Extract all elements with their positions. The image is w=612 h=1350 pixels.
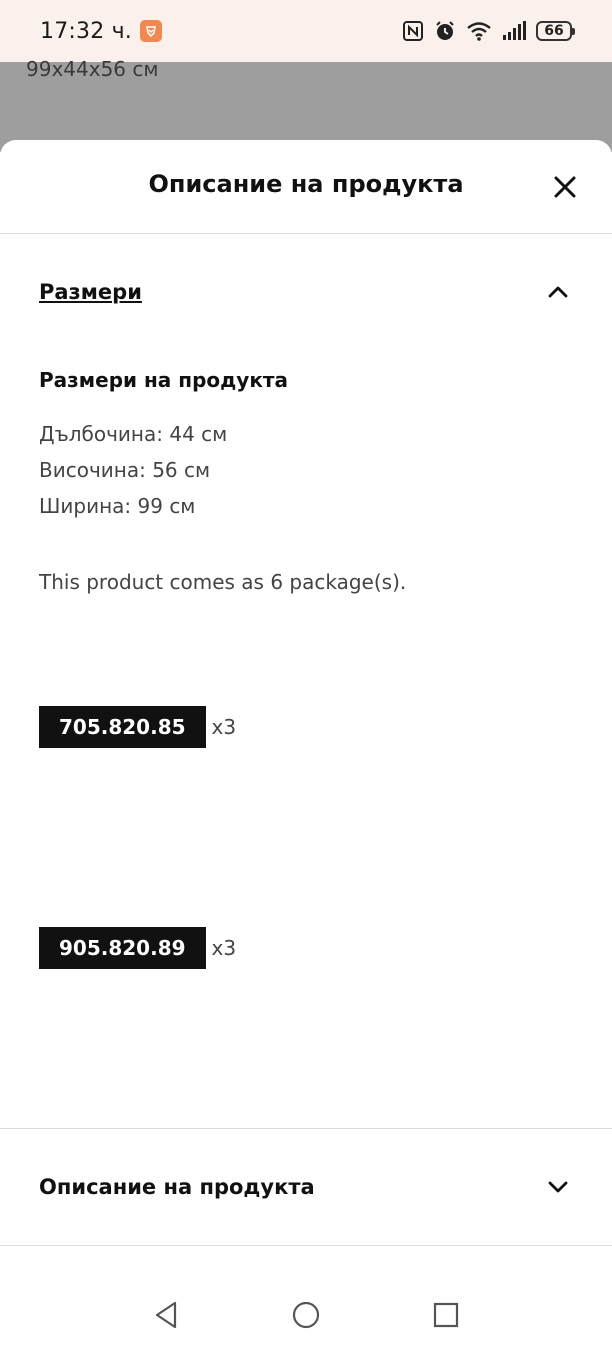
height-value: Височина: 56 см (39, 458, 211, 482)
package-note: This product comes as 6 package(s). (39, 570, 407, 594)
wifi-icon (466, 20, 492, 42)
product-dimensions-heading: Размери на продукта (39, 368, 288, 392)
package-item: 705.820.85 x3 (39, 706, 236, 748)
sheet-header: Описание на продукта (0, 140, 612, 234)
brave-icon (140, 20, 162, 42)
nav-back-button[interactable] (146, 1295, 186, 1335)
dimensions-section-label: Размери (39, 280, 142, 304)
status-bar: 17:32 ч. 66 (0, 0, 612, 62)
nav-recents-button[interactable] (426, 1295, 466, 1335)
sheet-title: Описание на продукта (148, 170, 464, 198)
backdrop-dimensions-text: 99x44x56 см (26, 57, 159, 81)
product-description-section-toggle[interactable]: Описание на продукта (0, 1128, 612, 1246)
chevron-down-icon (544, 1173, 572, 1201)
alarm-icon (434, 20, 456, 42)
chevron-up-icon (544, 278, 572, 306)
article-number-badge: 705.820.85 (39, 706, 206, 748)
signal-icon (502, 21, 526, 41)
home-icon (292, 1301, 320, 1329)
package-quantity: x3 (211, 936, 237, 960)
product-description-section-label: Описание на продукта (39, 1175, 315, 1199)
recents-icon (433, 1302, 459, 1328)
nfc-icon (402, 20, 424, 42)
article-number-badge: 905.820.89 (39, 927, 206, 969)
depth-value: Дълбочина: 44 см (39, 422, 228, 446)
close-icon (554, 176, 576, 198)
status-icons: 66 (402, 20, 575, 42)
battery-icon: 66 (536, 21, 575, 41)
close-button[interactable] (548, 170, 582, 204)
nav-home-button[interactable] (286, 1295, 326, 1335)
status-time: 17:32 ч. (40, 18, 132, 44)
product-description-sheet: Описание на продукта Размери Размери на … (0, 140, 612, 1350)
system-nav-bar (0, 1280, 612, 1350)
package-item: 905.820.89 x3 (39, 927, 236, 969)
dimensions-section-toggle[interactable]: Размери (39, 272, 572, 312)
width-value: Ширина: 99 см (39, 494, 196, 518)
status-left: 17:32 ч. (40, 19, 162, 44)
back-icon (155, 1301, 177, 1329)
package-quantity: x3 (211, 715, 237, 739)
